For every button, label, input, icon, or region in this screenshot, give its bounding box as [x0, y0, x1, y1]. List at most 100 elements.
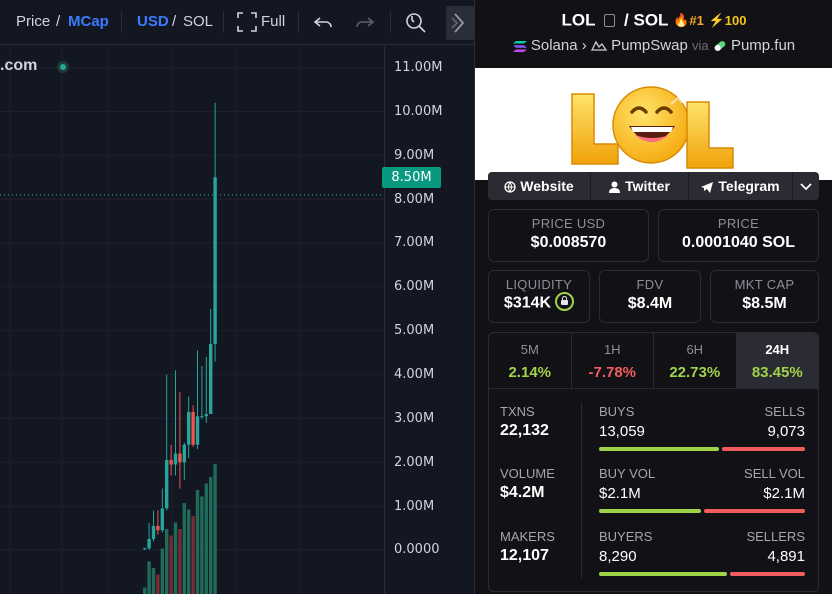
website-link[interactable]: Website — [488, 172, 591, 200]
toolbar-divider — [223, 11, 224, 33]
candle-body — [173, 453, 178, 465]
buyers-label: BUYERS — [599, 529, 653, 544]
copy-icon[interactable] — [604, 14, 616, 28]
volume-bar — [156, 574, 160, 594]
tab-1h-label: 1H — [603, 342, 621, 357]
sell-vol-bar-fill — [703, 509, 805, 513]
scroll-right-button[interactable] — [446, 6, 474, 40]
boost-count[interactable]: 100 — [725, 13, 747, 28]
volume-bar — [191, 516, 195, 594]
usd-toggle[interactable]: USD — [137, 13, 169, 30]
buyers-sellers-bar — [599, 572, 805, 576]
candle-body — [143, 548, 147, 550]
zoom-icon[interactable] — [404, 10, 428, 34]
axis-tick-label: 9.00M — [394, 147, 435, 163]
volume-label: VOLUME — [500, 466, 555, 481]
globe-icon — [504, 181, 516, 193]
makers-value: 12,107 — [500, 547, 549, 564]
candle-body — [195, 416, 200, 445]
axis-tick-label: 4.00M — [394, 366, 435, 382]
candle-body — [182, 444, 186, 463]
toolbar-divider — [390, 11, 391, 33]
trending-rank[interactable]: #1 — [689, 13, 703, 28]
user-icon — [609, 181, 621, 194]
buys-value: 13,059 — [599, 423, 645, 440]
market-cap-label: MKT CAP — [734, 277, 795, 292]
site-watermark: .com — [0, 57, 38, 74]
tab-24h[interactable]: 24H 83.45% — [736, 333, 818, 388]
price-usd-card: PRICE USD $0.008570 — [488, 209, 649, 262]
makers-label: MAKERS — [500, 529, 555, 544]
candle-body — [204, 414, 208, 417]
tab-5m[interactable]: 5M 2.14% — [489, 333, 572, 388]
candle-body — [160, 508, 164, 531]
chevron-right-icon: › — [581, 37, 591, 54]
tab-6h[interactable]: 6H 22.73% — [654, 333, 737, 388]
price-usd-value: $0.008570 — [530, 234, 607, 251]
redo-icon[interactable] — [353, 10, 377, 34]
price-native-value: 0.0001040 SOL — [682, 234, 795, 251]
volume-bar — [182, 503, 186, 594]
twitter-link[interactable]: Twitter — [591, 172, 689, 200]
chevron-right-icon — [451, 13, 465, 33]
undo-icon[interactable] — [311, 10, 335, 34]
sol-toggle[interactable]: SOL — [183, 13, 213, 30]
volume-bar — [147, 561, 151, 594]
axis-tick-label: 7.00M — [394, 235, 435, 251]
volume-bar — [160, 548, 164, 594]
volume-bar — [178, 529, 182, 594]
pair-header: LOL / SOL 🔥#1 ⚡100 — [475, 10, 832, 31]
price-chart[interactable] — [0, 46, 384, 594]
tab-1h[interactable]: 1H -7.78% — [572, 333, 654, 388]
price-toggle[interactable]: Price — [16, 13, 50, 30]
website-label: Website — [520, 178, 574, 194]
fullscreen-icon[interactable] — [235, 10, 259, 34]
tab-1h-change: -7.78% — [588, 364, 637, 381]
chain-link[interactable]: Solana — [531, 37, 578, 54]
volume-value: $4.2M — [500, 484, 545, 501]
axis-tick-label: 11.00M — [394, 60, 443, 75]
txns-stat: TXNS 22,132 — [500, 404, 580, 440]
candle-body — [156, 525, 160, 531]
price-native-card: PRICE 0.0001040 SOL — [658, 209, 819, 262]
candle-body — [169, 460, 173, 465]
lol-emoji-banner — [571, 86, 734, 169]
market-cap-value: $8.5M — [742, 295, 787, 312]
token-info-panel: LOL / SOL 🔥#1 ⚡100 Solana › PumpSwap via… — [474, 0, 832, 594]
sells-bar-fill — [721, 447, 805, 451]
launchpad-link[interactable]: Pump.fun — [731, 37, 795, 54]
letter-l-left — [571, 93, 619, 165]
candle-body — [209, 343, 213, 415]
timeframe-tabs: 5M 2.14% 1H -7.78% 6H 22.73% 24H 83.45% — [489, 333, 818, 389]
toggle-separator: / — [56, 13, 61, 30]
lock-icon[interactable] — [555, 292, 575, 311]
dex-link[interactable]: PumpSwap — [611, 37, 688, 54]
fire-icon: 🔥 — [673, 12, 690, 28]
candle-body — [213, 177, 217, 344]
sells-label: SELLS — [764, 404, 805, 419]
axis-tick-label: 2.00M — [394, 454, 435, 470]
sellers-label: SELLERS — [746, 529, 805, 544]
toolbar-divider — [298, 11, 299, 33]
telegram-link[interactable]: Telegram — [689, 172, 793, 200]
axis-tick-label: 5.00M — [394, 323, 435, 339]
axis-tick-label: 1.00M — [394, 498, 435, 514]
chart-toolbar: Price / MCap USD / SOL Full — [0, 0, 474, 45]
chevron-down-icon — [800, 183, 812, 191]
tab-24h-change: 83.45% — [751, 364, 803, 381]
sellers-bar-fill — [729, 572, 805, 576]
fullscreen-button[interactable]: Full — [261, 13, 285, 30]
sellers-value: 4,891 — [767, 548, 805, 565]
volume-bar — [173, 522, 178, 594]
twitter-label: Twitter — [625, 178, 670, 194]
tab-5m-label: 5M — [520, 342, 539, 357]
toolbar-divider — [121, 11, 122, 33]
mcap-toggle[interactable]: MCap — [68, 13, 109, 30]
current-price-tag: 8.50M — [382, 167, 441, 188]
more-links-button[interactable] — [793, 172, 819, 200]
price-native-label: PRICE — [717, 216, 760, 231]
txns-label: TXNS — [500, 404, 535, 419]
volume-stat: VOLUME $4.2M — [500, 466, 580, 502]
sell-vol-label: SELL VOL — [744, 466, 805, 481]
sell-vol-value: $2.1M — [763, 485, 805, 502]
